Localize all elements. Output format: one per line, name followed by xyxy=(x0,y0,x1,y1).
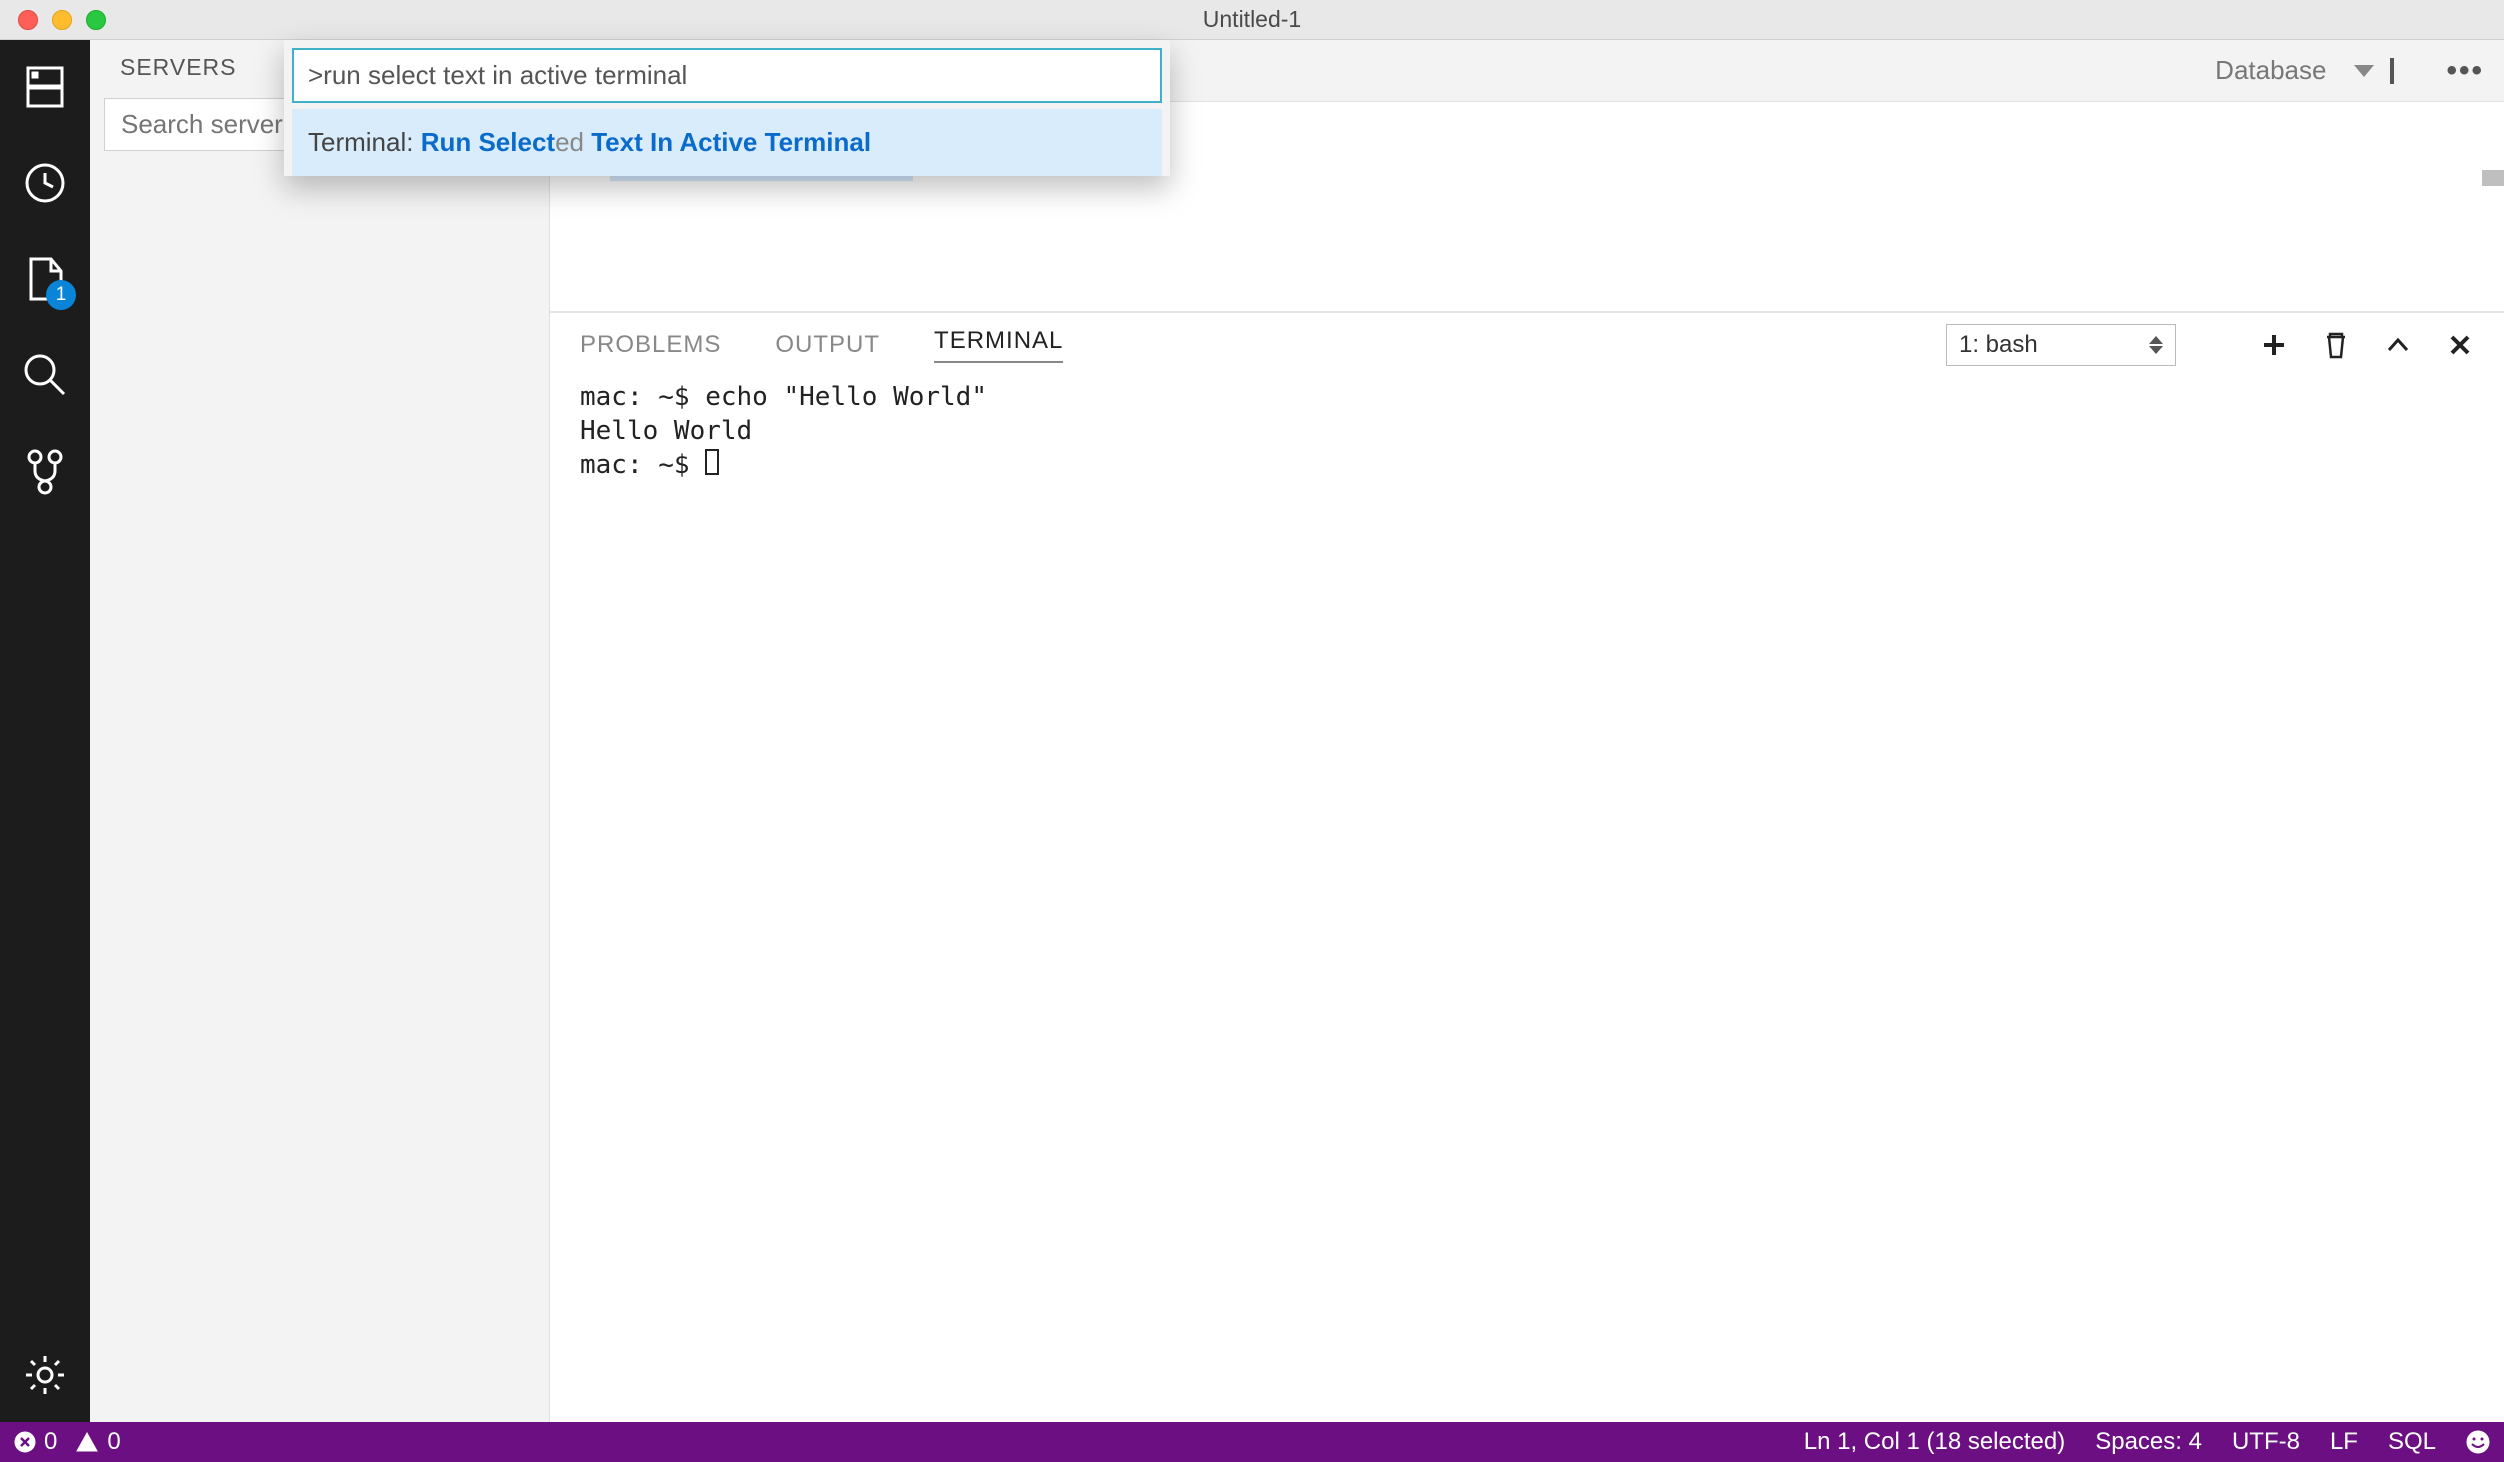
status-errors-count: 0 xyxy=(44,1428,57,1456)
database-picker[interactable]: Database xyxy=(2205,49,2384,92)
workspace: 1 SERVERS Database ••• xyxy=(0,40,2504,1422)
search-icon[interactable] xyxy=(22,352,68,398)
explorer-icon[interactable]: 1 xyxy=(22,256,68,302)
command-palette-input[interactable] xyxy=(292,48,1162,103)
close-panel-button[interactable] xyxy=(2446,331,2474,359)
stepper-icon xyxy=(2149,336,2163,354)
palette-dim: ed xyxy=(555,127,591,157)
terminal-line: mac: ~$ echo "Hello World" xyxy=(580,381,2474,415)
activity-bar: 1 xyxy=(0,40,90,1422)
servers-icon[interactable] xyxy=(22,64,68,110)
tab-terminal[interactable]: TERMINAL xyxy=(934,327,1063,363)
terminal-selector[interactable]: 1: bash xyxy=(1946,324,2176,366)
status-language[interactable]: SQL xyxy=(2388,1428,2436,1456)
status-indentation[interactable]: Spaces: 4 xyxy=(2095,1428,2202,1456)
maximize-panel-button[interactable] xyxy=(2384,331,2412,359)
editor-column: Database ••• Explain 1 echo "Hello world… xyxy=(550,40,2504,1422)
source-control-icon[interactable] xyxy=(22,448,68,494)
command-palette: Terminal: Run Selected Text In Active Te… xyxy=(284,40,1170,176)
history-icon[interactable] xyxy=(22,160,68,206)
status-warnings-count: 0 xyxy=(107,1428,120,1456)
kill-terminal-button[interactable] xyxy=(2322,331,2350,359)
titlebar: Untitled-1 xyxy=(0,0,2504,40)
status-encoding[interactable]: UTF-8 xyxy=(2232,1428,2300,1456)
tab-output[interactable]: OUTPUT xyxy=(775,331,880,359)
explorer-badge: 1 xyxy=(46,280,76,310)
terminal-cursor xyxy=(705,449,719,475)
palette-match-1: Run Select xyxy=(421,127,555,157)
window-title: Untitled-1 xyxy=(0,6,2504,33)
minimap-highlight xyxy=(2482,170,2504,186)
terminal-line: mac: ~$ xyxy=(580,449,2474,483)
command-palette-item[interactable]: Terminal: Run Selected Text In Active Te… xyxy=(292,109,1162,176)
palette-prefix: Terminal: xyxy=(308,127,421,157)
palette-match-2: Text In Active Terminal xyxy=(591,127,871,157)
status-selection[interactable]: Ln 1, Col 1 (18 selected) xyxy=(1804,1428,2065,1456)
settings-gear-icon[interactable] xyxy=(22,1352,68,1398)
status-eol[interactable]: LF xyxy=(2330,1428,2358,1456)
side-panel: SERVERS xyxy=(90,40,550,1422)
terminal-line: Hello World xyxy=(580,415,2474,449)
tab-divider xyxy=(2390,58,2394,84)
panel-tabs: PROBLEMS OUTPUT TERMINAL 1: bash xyxy=(550,313,2504,377)
terminal-selector-label: 1: bash xyxy=(1959,331,2038,359)
status-warnings[interactable]: 0 xyxy=(75,1428,120,1456)
editor-more-button[interactable]: ••• xyxy=(2446,54,2484,88)
terminal-body[interactable]: mac: ~$ echo "Hello World" Hello World m… xyxy=(550,377,2504,1422)
database-picker-label: Database xyxy=(2215,55,2326,86)
bottom-panel: PROBLEMS OUTPUT TERMINAL 1: bash xyxy=(550,312,2504,1422)
new-terminal-button[interactable] xyxy=(2260,331,2288,359)
chevron-down-icon xyxy=(2354,65,2374,77)
status-bar: 0 0 Ln 1, Col 1 (18 selected) Spaces: 4 … xyxy=(0,1422,2504,1462)
feedback-smiley-icon[interactable] xyxy=(2466,1430,2490,1454)
terminal-actions xyxy=(2260,331,2474,359)
status-errors[interactable]: 0 xyxy=(14,1428,57,1456)
tab-problems[interactable]: PROBLEMS xyxy=(580,331,721,359)
